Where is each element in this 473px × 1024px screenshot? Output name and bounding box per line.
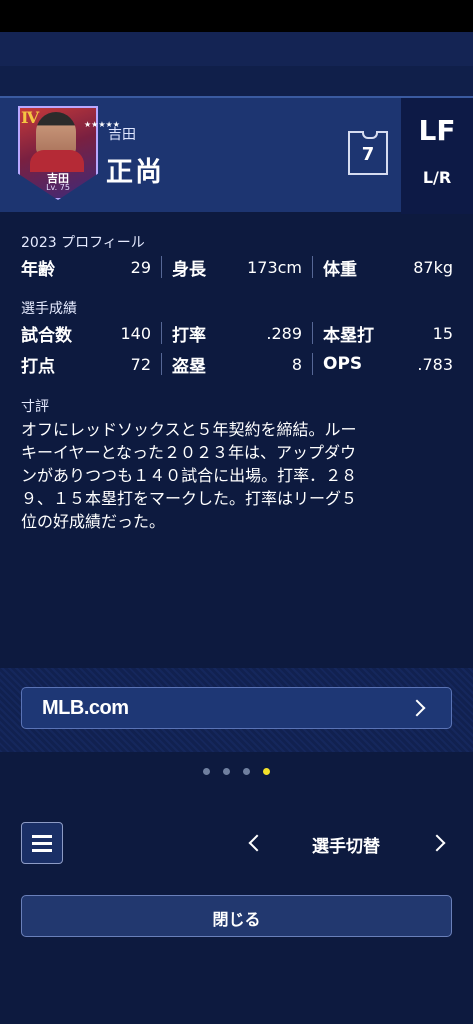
profile-label: 2023 プロフィール: [21, 235, 145, 251]
stat-height: 身長 173cm: [172, 253, 302, 281]
page-dot[interactable]: [222, 768, 230, 775]
next-player-icon[interactable]: [428, 834, 446, 852]
page-indicator: [0, 760, 473, 779]
stats-label: 選手成績: [21, 301, 77, 317]
comment-line: ９、１５本塁打をマークした。打率はリーグ５: [21, 489, 358, 508]
stat-key: OPS: [323, 354, 363, 374]
comment-line: 位の好成績だった。: [21, 512, 166, 531]
jersey-number: 7: [348, 131, 388, 175]
page-dot[interactable]: [202, 768, 210, 775]
stats-row-2: 打点 72 盗塁 8 OPS .783: [21, 350, 453, 378]
stat-key: 盗塁: [172, 356, 206, 377]
stat-key: 本塁打: [323, 325, 374, 346]
stat-value: 15: [432, 323, 453, 343]
menu-icon: [32, 849, 52, 852]
divider: [161, 256, 162, 278]
stat-ops: OPS .783: [323, 350, 453, 378]
divider: [312, 256, 313, 278]
player-position: LF: [418, 114, 456, 147]
divider: [161, 353, 162, 375]
stat-home-runs: 本塁打 15: [323, 319, 453, 347]
profile-row: 年齢 29 身長 173cm 体重 87kg: [21, 253, 453, 281]
divider: [312, 322, 313, 344]
card-level: Lv. 75: [46, 183, 70, 192]
top-band: [0, 32, 473, 66]
stat-key: 体重: [323, 259, 357, 280]
comment-label: 寸評: [21, 399, 49, 415]
stat-steals: 盗塁 8: [172, 350, 302, 378]
close-button[interactable]: 閉じる: [21, 895, 452, 937]
stat-value: 29: [130, 257, 151, 277]
card-grade: Ⅳ: [21, 108, 40, 127]
menu-button[interactable]: [21, 822, 63, 864]
stat-games: 試合数 140: [21, 319, 151, 347]
top-band-secondary: [0, 66, 473, 96]
status-bar: [0, 0, 473, 32]
stat-key: 年齢: [21, 259, 55, 280]
stat-average: 打率 .289: [172, 319, 302, 347]
bats-throws: L/R: [422, 168, 452, 187]
comment-line: オフにレッドソックスと５年契約を締結。ルー: [21, 420, 357, 439]
mlb-link-button[interactable]: MLB.com: [21, 687, 452, 729]
stat-key: 試合数: [21, 325, 72, 346]
menu-icon: [32, 835, 52, 838]
chevron-right-icon: [408, 699, 426, 717]
stats-row-1: 試合数 140 打率 .289 本塁打 15: [21, 319, 453, 347]
page-dot-active[interactable]: [263, 768, 271, 775]
stat-age: 年齢 29: [21, 253, 151, 281]
stat-weight: 体重 87kg: [323, 253, 453, 281]
stat-key: 打点: [21, 356, 55, 377]
page-dot[interactable]: [243, 768, 251, 775]
menu-icon: [32, 842, 52, 845]
card-stars: ★★★★★: [84, 120, 120, 129]
stat-value: 72: [130, 354, 151, 374]
player-card[interactable]: Ⅳ ★★★★★ 吉田 Lv. 75: [18, 106, 120, 200]
stat-value: .783: [417, 354, 453, 374]
comment-line: ンがありつつも１４０試合に出場。打率．２８: [21, 466, 358, 485]
player-given-name: 正尚: [106, 157, 164, 188]
divider: [161, 322, 162, 344]
stat-value: 140: [120, 323, 151, 343]
close-label: 閉じる: [212, 910, 261, 929]
player-surname: 吉田: [108, 127, 136, 143]
comment-line: キーイヤーとなった２０２３年は、アップダウ: [21, 443, 357, 462]
stat-value: 87kg: [413, 257, 453, 277]
stat-rbi: 打点 72: [21, 350, 151, 378]
stat-value: 8: [291, 354, 302, 374]
divider: [312, 353, 313, 375]
player-switch-label: 選手切替: [312, 837, 380, 857]
stat-value: 173cm: [247, 257, 302, 277]
mlb-link-label: MLB.com: [42, 697, 129, 719]
stat-key: 打率: [172, 325, 206, 346]
prev-player-icon[interactable]: [248, 834, 266, 852]
stat-value: .289: [266, 323, 302, 343]
comment-text: オフにレッドソックスと５年契約を締結。ルー キーイヤーとなった２０２３年は、アッ…: [21, 418, 457, 533]
stat-key: 身長: [172, 259, 206, 280]
player-uniform: [30, 150, 84, 172]
